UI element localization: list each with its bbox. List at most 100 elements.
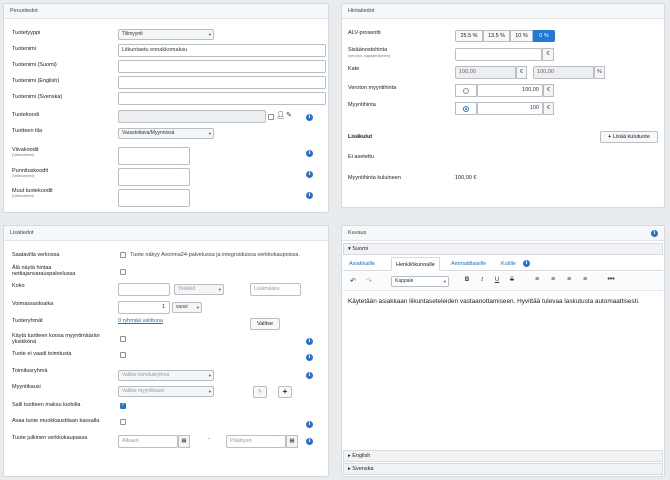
lisaa-kulutuote-button[interactable]: + Lisää kulutuote [600,131,658,143]
myyntihinta-radio-box[interactable] [455,102,477,115]
align-justify-icon[interactable]: ≡ [581,276,589,283]
lisakulut-label: Lisäkulut [348,134,373,140]
myyntihinta-input[interactable]: 100 [477,102,543,115]
toimitusryhma-select[interactable]: Valitse toimitusryhmä ▾ [118,370,214,381]
kuvaus-body[interactable]: Käytetään asiakkaan liikuntaseteleiden v… [348,298,648,306]
tuotekoodi-checkbox[interactable] [268,114,274,120]
alv-option-0[interactable]: 0 % [533,30,555,42]
calendar-icon[interactable]: ▦ [178,435,190,448]
info-icon[interactable]: i [306,192,313,199]
viivakoodit-input[interactable] [118,147,190,165]
tuote-ei-vaadi-checkbox[interactable] [120,352,126,358]
myyntihinta-radio[interactable] [463,106,469,112]
punnituskoodit-input[interactable] [118,168,190,186]
bold-icon[interactable]: B [463,277,471,283]
tuotetyyppi-label: Tuotetyyppi [12,30,41,36]
euro-addon: € [542,48,554,61]
user-icon[interactable]: 👤︎ [276,111,285,119]
tuote-julkinen-label: Tuote julkinen verkkokaupassa [12,435,88,441]
info-icon[interactable]: i [306,372,313,379]
myyntikausi-select[interactable]: Valitse myyntikausi ▾ [118,386,214,397]
redo-icon[interactable]: ↷ [365,277,373,285]
kayta-label-2: yksikkönä [12,339,37,345]
info-icon[interactable]: i [306,438,313,445]
paattyen-input[interactable]: Päättyen [226,435,286,448]
info-icon[interactable]: i [306,150,313,157]
ala-nayta-checkbox[interactable] [120,269,126,275]
tuotteen-tila-select[interactable]: Varastoitava/Myynnissä ▾ [118,128,214,139]
sisaanostohinta-input[interactable] [455,48,542,61]
info-icon[interactable]: i [651,230,658,237]
avaa-checkbox[interactable] [120,419,126,425]
muut-tuotekoodit-input[interactable] [118,189,190,207]
accordion-svenska[interactable]: ▸ Svenska [343,463,663,475]
toimitusryhma-value: Valitse toimitusryhmä [122,372,170,378]
kuvaus-title: Kuvaus [342,226,664,241]
veroton-radio-box[interactable] [455,84,477,97]
lisatiedot-panel: Lisätiedot Saatavilla verkossa Tuote näk… [3,225,329,477]
chevron-down-icon: ▾ [208,373,211,378]
info-icon[interactable]: i [306,421,313,428]
add-myyntikausi-button[interactable]: + [278,386,292,398]
veroton-input[interactable]: 100,00 [477,84,543,97]
align-center-icon[interactable]: ≡ [549,276,557,283]
pencil-icon[interactable]: ✎ [253,386,267,398]
tuoteryhmat-link[interactable]: 0 ryhmää valittuna [118,318,163,324]
sisaanostohinta-sub: (veroton, vapaaehtoinen) [348,54,391,58]
paragraph-value: Kappale [395,278,414,284]
tab-henkilokunnalle[interactable]: Henkilökunnalle [391,257,440,271]
tuotenimi-english-input[interactable] [118,76,326,89]
alv-option-25[interactable]: 25.5 % [455,30,483,42]
alv-option-13[interactable]: 13.5 % [483,30,510,42]
toimitusryhma-label: Toimitusryhmä [12,368,48,374]
kate-eur-input: 100,00 [455,66,516,79]
koko-input[interactable] [118,283,170,296]
info-icon[interactable]: i [306,171,313,178]
editor-toolbar: ↶ ↷ Kappale ▾ B I U S ≡ ≡ ≡ ≡ ••• [343,272,663,291]
strikethrough-icon[interactable]: S [508,277,516,283]
alkaen-input[interactable]: Alkaen [118,435,178,448]
accordion-suomi[interactable]: ▾ Suomi [343,243,663,255]
tab-ammattilaisille[interactable]: Ammattilaisille [447,257,490,271]
veroton-radio[interactable] [463,88,469,94]
align-right-icon[interactable]: ≡ [565,276,573,283]
tuotetyyppi-select[interactable]: Tilimyynti ▾ [118,29,214,40]
accordion-english[interactable]: ▸ English [343,450,663,462]
tab-kutille[interactable]: Kutille [497,257,520,271]
viivakoodit-sub: (Valinnainen) [12,153,35,157]
tuotekoodi-input[interactable] [118,110,266,123]
tab-asiakkaille[interactable]: Asiakkaille [345,257,379,271]
muut-tuotekoodit-sub: (Valinnainen) [12,194,35,198]
koko-unit-select[interactable]: Yksikkö ▾ [174,284,224,295]
lisaa-kulutuote-label: Lisää kulutuote [612,134,650,140]
info-icon[interactable]: i [306,354,313,361]
more-icon[interactable]: ••• [607,276,615,283]
kayta-checkbox[interactable] [120,336,126,342]
saatavilla-checkbox[interactable] [120,252,126,258]
tuotenimi-input[interactable]: Liikuntaetu ennakkomaksu [118,44,326,57]
tuotenimi-svenska-input[interactable] [118,92,326,105]
alv-option-10[interactable]: 10 % [510,30,533,42]
koko-lisamaare-input[interactable]: Lisämääre [250,283,301,296]
info-icon[interactable]: i [523,260,530,267]
underline-icon[interactable]: U [493,277,501,283]
italic-icon[interactable]: I [478,277,486,283]
valitse-button[interactable]: Valitse [250,318,280,330]
voimassaoloaika-input[interactable]: 1 [118,301,170,314]
tuoteryhmat-label: Tuoteryhmät [12,318,43,324]
calendar-icon[interactable]: ▦ [286,435,298,448]
voimassaoloaika-unit-select[interactable]: vuosi ▾ [172,302,202,313]
info-icon[interactable]: i [306,338,313,345]
tuotenimi-suomi-label: Tuotenimi (Suomi) [12,62,57,68]
kuvaus-tabs: Asiakkaille Henkilökunnalle Ammattilaisi… [343,257,663,271]
tuotenimi-suomi-input[interactable] [118,60,326,73]
info-icon[interactable]: i [306,114,313,121]
myyntihinta-kuluineen-value: 100,00 € [455,175,477,181]
myyntikausi-value: Valitse myyntikausi [122,388,165,394]
salli-checkbox[interactable] [120,402,126,409]
undo-icon[interactable]: ↶ [349,277,357,285]
align-left-icon[interactable]: ≡ [533,276,541,283]
paragraph-select[interactable]: Kappale ▾ [391,276,449,287]
chevron-down-icon: ▾ [208,389,211,394]
pencil-icon[interactable]: ✎ [286,111,292,119]
